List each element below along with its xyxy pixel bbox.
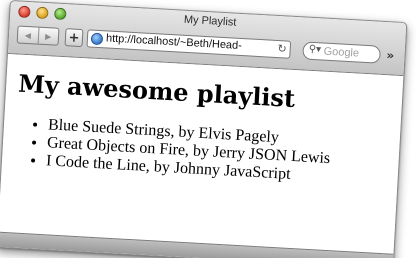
history-nav: ◀ ▶ bbox=[16, 25, 60, 46]
globe-icon bbox=[90, 32, 104, 46]
forward-arrow-icon: ▶ bbox=[44, 31, 52, 41]
address-bar[interactable]: http://localhost/~Beth/Head- ↻ bbox=[86, 29, 292, 59]
search-icon: ⚲▾ bbox=[308, 43, 322, 56]
playlist: Blue Suede Strings, by Elvis Pagely Grea… bbox=[28, 115, 332, 186]
back-arrow-icon: ◀ bbox=[24, 30, 32, 40]
reload-button[interactable]: ↻ bbox=[277, 42, 287, 55]
page-content: My awesome playlist Blue Suede Strings, … bbox=[0, 53, 404, 255]
close-window-button[interactable] bbox=[18, 5, 31, 19]
minimize-window-button[interactable] bbox=[36, 6, 49, 20]
search-field[interactable]: ⚲▾ Google bbox=[302, 41, 382, 64]
screenshot-stage: My Playlist ◀ ▶ + http://localhost/~Beth… bbox=[0, 0, 416, 258]
reload-icon: ↻ bbox=[277, 42, 288, 56]
page-title: My awesome playlist bbox=[17, 68, 296, 114]
back-button[interactable]: ◀ bbox=[18, 27, 38, 44]
forward-button[interactable]: ▶ bbox=[37, 27, 59, 45]
window-title: My Playlist bbox=[183, 13, 237, 29]
add-bookmark-button[interactable]: + bbox=[64, 28, 84, 48]
search-placeholder: Google bbox=[323, 45, 360, 60]
url-text: http://localhost/~Beth/Head- bbox=[105, 32, 243, 53]
maximize-window-button[interactable] bbox=[53, 7, 67, 21]
toolbar-overflow-button[interactable]: » bbox=[386, 48, 395, 62]
browser-window: My Playlist ◀ ▶ + http://localhost/~Beth… bbox=[0, 0, 408, 258]
